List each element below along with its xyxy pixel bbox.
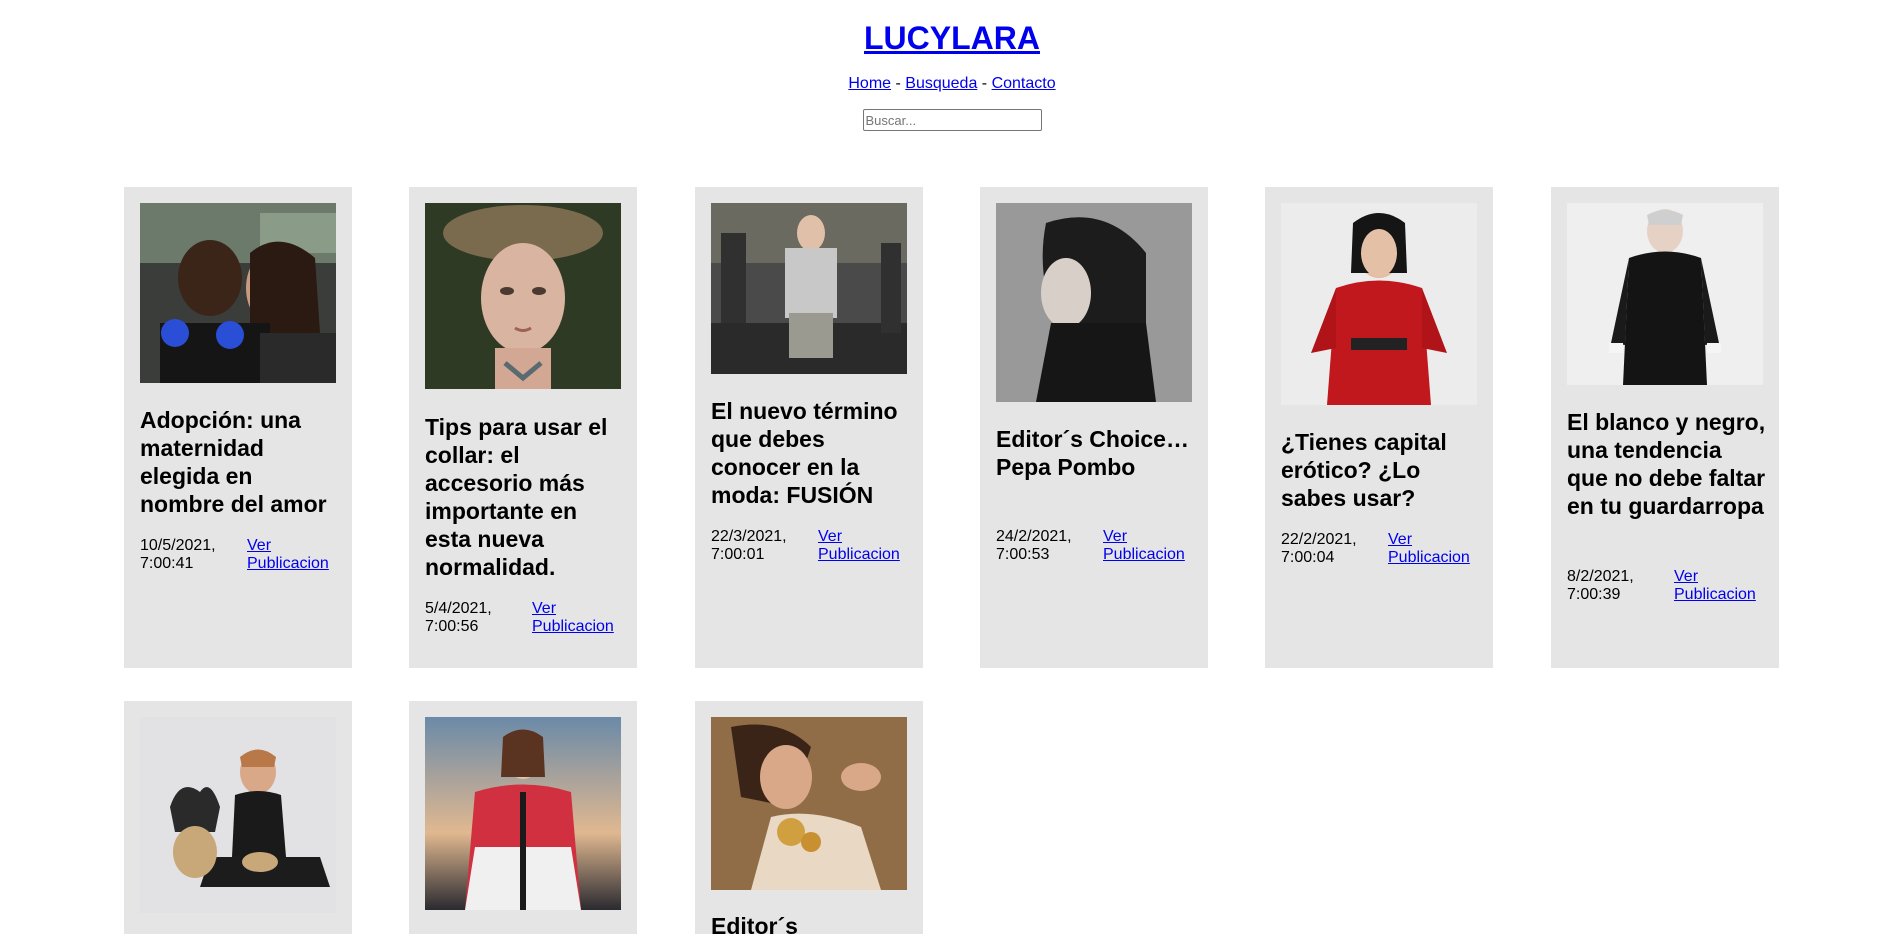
view-post-link[interactable]: Ver Publicacion — [818, 528, 913, 564]
post-image[interactable] — [140, 203, 336, 383]
post-card — [409, 701, 637, 934]
search-input[interactable] — [862, 109, 1042, 131]
nav-home-link[interactable]: Home — [848, 75, 891, 92]
post-title: El blanco y negro, una tendencia que no … — [1567, 409, 1766, 519]
search-bar — [0, 109, 1904, 131]
post-date: 22/3/2021, 7:00:01 — [711, 528, 787, 563]
post-card — [124, 701, 352, 934]
post-card: Editor´s — [695, 701, 923, 939]
post-title: Adopción: una maternidad elegida en nomb… — [140, 407, 327, 517]
post-card: Tips para usar el collar: el accesorio m… — [409, 187, 637, 668]
post-image[interactable] — [1567, 203, 1763, 385]
nav-busqueda-link[interactable]: Busqueda — [905, 75, 977, 92]
view-post-link[interactable]: Ver Publicacion — [1674, 568, 1769, 604]
post-image[interactable] — [425, 717, 621, 910]
post-image[interactable] — [140, 717, 336, 913]
post-image[interactable] — [711, 203, 907, 374]
view-post-link[interactable]: Ver Publicacion — [1388, 531, 1483, 567]
post-date: 5/4/2021, 7:00:56 — [425, 600, 492, 635]
post-title: Editor´s — [711, 913, 798, 939]
post-card: Adopción: una maternidad elegida en nomb… — [124, 187, 352, 668]
post-card: ¿Tienes capital erótico? ¿Lo sabes usar?… — [1265, 187, 1493, 668]
post-date: 10/5/2021, 7:00:41 — [140, 537, 216, 572]
site-title-link[interactable]: LUCYLARA — [864, 20, 1040, 56]
post-title: ¿Tienes capital erótico? ¿Lo sabes usar? — [1281, 429, 1447, 511]
post-card: Editor´s Choice… Pepa Pombo 24/2/2021, 7… — [980, 187, 1208, 668]
site-title: LUCYLARA — [0, 18, 1904, 58]
post-title: Tips para usar el collar: el accesorio m… — [425, 414, 608, 580]
post-image[interactable] — [425, 203, 621, 389]
nav-separator: - — [981, 75, 988, 92]
view-post-link[interactable]: Ver Publicacion — [532, 600, 627, 636]
post-date: 22/2/2021, 7:00:04 — [1281, 531, 1357, 566]
post-card: El blanco y negro, una tendencia que no … — [1551, 187, 1779, 668]
post-date: 24/2/2021, 7:00:53 — [996, 528, 1072, 563]
nav-separator: - — [895, 75, 901, 92]
view-post-link[interactable]: Ver Publicacion — [1103, 528, 1198, 564]
post-image[interactable] — [996, 203, 1192, 402]
post-image[interactable] — [1281, 203, 1477, 405]
main-nav: Home - Busqueda - Contacto — [0, 74, 1904, 94]
post-title: Editor´s Choice… Pepa Pombo — [996, 426, 1189, 480]
nav-contacto-link[interactable]: Contacto — [992, 75, 1056, 92]
post-title: El nuevo término que debes conocer en la… — [711, 398, 898, 508]
view-post-link[interactable]: Ver Publicacion — [247, 537, 342, 573]
post-card: El nuevo término que debes conocer en la… — [695, 187, 923, 668]
post-image[interactable] — [711, 717, 907, 890]
post-date: 8/2/2021, 7:00:39 — [1567, 568, 1634, 603]
